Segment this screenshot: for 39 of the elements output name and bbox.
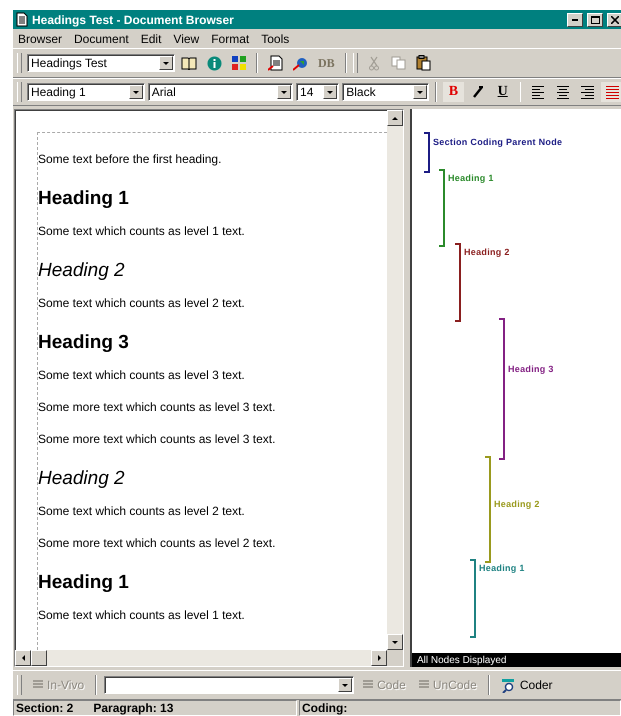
nodes-footer: All Nodes Displayed — [412, 653, 621, 667]
paragraph: Some text which counts as level 1 text. — [38, 607, 246, 624]
menu-item[interactable]: Tools — [261, 32, 290, 46]
heading: Heading 2 — [38, 467, 126, 491]
menu-item[interactable]: Document — [74, 32, 129, 46]
paragraph: Some more text which counts as level 3 text. — [38, 431, 276, 448]
section-status: Section: 2 — [16, 701, 74, 715]
bold-button[interactable]: B — [442, 82, 464, 102]
paragraph-status: Paragraph: 13 — [93, 701, 174, 715]
menu-item[interactable]: Edit — [140, 32, 162, 46]
menu-item[interactable]: View — [173, 32, 200, 46]
font-dropdown[interactable]: Arial — [148, 83, 294, 101]
menu-item[interactable]: Browser — [18, 32, 62, 46]
paragraph: Some text which counts as level 3 text. — [38, 367, 246, 384]
style-dropdown[interactable]: Heading 1 — [26, 83, 145, 101]
paragraph: Some text before the first heading. — [38, 151, 222, 168]
paragraph: Some more text which counts as level 2 text. — [38, 535, 276, 552]
heading: Heading 3 — [38, 331, 130, 355]
window-title: Headings Test - Document Browser — [32, 12, 235, 26]
stripe-label: Section Coding Parent Node — [433, 137, 562, 147]
document-dropdown[interactable]: Headings Test — [27, 54, 175, 72]
underline-button[interactable]: U — [492, 82, 514, 102]
stripe-label: Heading 3 — [508, 364, 554, 374]
stripe-label: Heading 1 — [448, 173, 494, 183]
stripe-label: Heading 1 — [479, 563, 525, 573]
coding-label: Coding: — [302, 701, 348, 715]
stripe-label: Heading 2 — [494, 499, 540, 509]
stripe-label: Heading 2 — [464, 247, 510, 257]
paragraph: Some text which counts as level 2 text. — [38, 295, 246, 312]
coder-button[interactable]: Coder — [496, 676, 557, 694]
paragraph: Some text which counts as level 2 text. — [38, 503, 246, 520]
size-dropdown[interactable]: 14 — [296, 83, 340, 101]
heading: Heading 1 — [38, 571, 130, 595]
heading: Heading 1 — [38, 187, 130, 211]
paragraph: Some more text which counts as level 3 text. — [38, 399, 276, 416]
menu-item[interactable]: Format — [211, 32, 250, 46]
color-dropdown[interactable]: Black — [342, 83, 429, 101]
heading: Heading 2 — [38, 259, 126, 283]
paragraph: Some text which counts as level 1 text. — [38, 223, 246, 240]
